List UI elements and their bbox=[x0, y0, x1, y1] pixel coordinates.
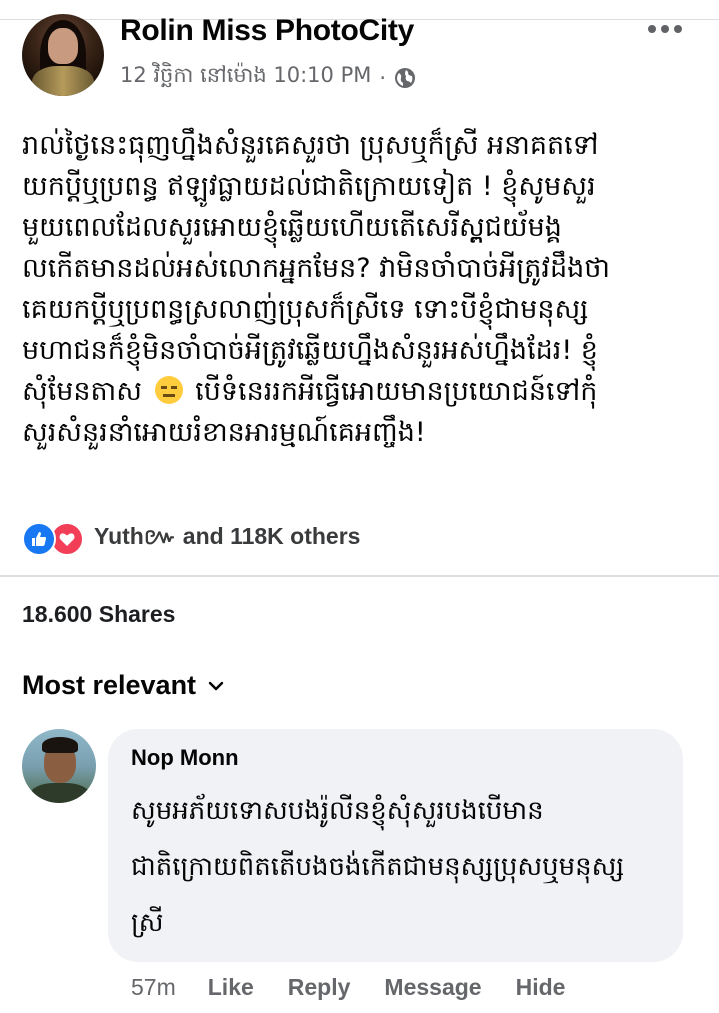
comment-sort-dropdown[interactable]: Most relevant bbox=[22, 670, 226, 701]
author-avatar[interactable] bbox=[22, 14, 104, 96]
comment-actions: 57m Like Reply Message Hide bbox=[131, 972, 599, 1002]
section-divider bbox=[0, 575, 719, 577]
meta-separator: · bbox=[379, 65, 387, 90]
post-meta: 12 វិច្ឆិកា នៅម៉ោង 10:10 PM · bbox=[120, 62, 416, 93]
more-options-button[interactable] bbox=[640, 14, 690, 44]
comment-time[interactable]: 57m bbox=[131, 974, 176, 1001]
globe-icon[interactable] bbox=[394, 67, 416, 89]
reactions-summary[interactable]: Yuth៚ and 118K others bbox=[22, 522, 360, 556]
sort-label: Most relevant bbox=[22, 670, 197, 700]
post-body-text: រាល់ថ្ងៃនេះធុញហ្នឹងសំនួរគេសួរថា ប្រុសឬក៏… bbox=[22, 125, 702, 453]
post-author-name[interactable]: Rolin Miss PhotoCity bbox=[120, 14, 414, 48]
facebook-post-page: Rolin Miss PhotoCity 12 វិច្ឆិកា នៅម៉ោង … bbox=[0, 0, 719, 1013]
comment-text-line: ជាតិក្រោយពិតតើបងចង់កើតជាមនុស្សប្រុសឬមនុស… bbox=[131, 852, 625, 882]
more-horizontal-icon bbox=[648, 25, 656, 33]
post-body-line: លកើតមានដល់អស់លោកអ្នកមែន? វាមិនចាំបាច់អីត… bbox=[22, 253, 610, 284]
comment-reply-button[interactable]: Reply bbox=[288, 974, 351, 1001]
shares-count[interactable]: 18.600 Shares bbox=[22, 601, 175, 628]
comment-like-button[interactable]: Like bbox=[208, 974, 254, 1001]
like-icon bbox=[22, 522, 56, 556]
chevron-down-icon bbox=[206, 676, 226, 696]
post-timestamp[interactable]: 12 វិច្ឆិកា នៅម៉ោង 10:10 PM bbox=[120, 62, 371, 93]
post-body-line: គេយកប្តីឬប្រពន្ធស្រលាញ់ប្រុសក៏ស្រីទេ ទោះ… bbox=[22, 294, 589, 325]
post-body-fragment: បើទំនេររកអីធ្វើអោយមានប្រយោជន៍ទៅកុំ bbox=[195, 376, 598, 407]
comment-author-name[interactable]: Nop Monn bbox=[131, 745, 239, 771]
reactions-count-text[interactable]: Yuth៚ and 118K others bbox=[94, 523, 360, 556]
comment-message-button[interactable]: Message bbox=[384, 974, 481, 1001]
comment-text-line: ស្រី bbox=[131, 908, 164, 938]
comment-text: សូមអភ័យទោសបងរ៉ូលីនខ្ញុំសុំសួរបងបើមាន ជាត… bbox=[131, 783, 671, 951]
commenter-avatar[interactable] bbox=[22, 729, 96, 803]
post-body-line: មហាជនក៏ខ្ញុំមិនចាំបាច់អីត្រូវឆ្លើយហ្នឹងស… bbox=[22, 335, 598, 366]
post-body-line: សួរសំនួរនាំអោយរំខានអារម្មណ៍គេអញ្ចឹង! bbox=[22, 417, 426, 448]
comment-text-line: សូមអភ័យទោសបងរ៉ូលីនខ្ញុំសុំសួរបងបើមាន bbox=[131, 796, 544, 826]
neutral-face-emoji-icon bbox=[154, 376, 183, 404]
post-body-fragment: សុំមែនតាស bbox=[22, 376, 142, 407]
comment-hide-button[interactable]: Hide bbox=[516, 974, 566, 1001]
post-body-line: រាល់ថ្ងៃនេះធុញហ្នឹងសំនួរគេសួរថា ប្រុសឬក៏… bbox=[22, 130, 599, 161]
post-body-line: យកប្តីឬប្រពន្ធ ឥឡូវធ្លាយដល់ជាតិក្រោយទៀត … bbox=[22, 171, 596, 202]
post-body-line: សុំមែនតាស បើទំនេររកអីធ្វើអោយមានប្រយោជន៍ទ… bbox=[22, 371, 702, 412]
post-body-line: មួយពេលដែលសួរអោយខ្ញុំឆ្លើយហើយតើសេរីស្ព្តជ… bbox=[22, 212, 562, 243]
